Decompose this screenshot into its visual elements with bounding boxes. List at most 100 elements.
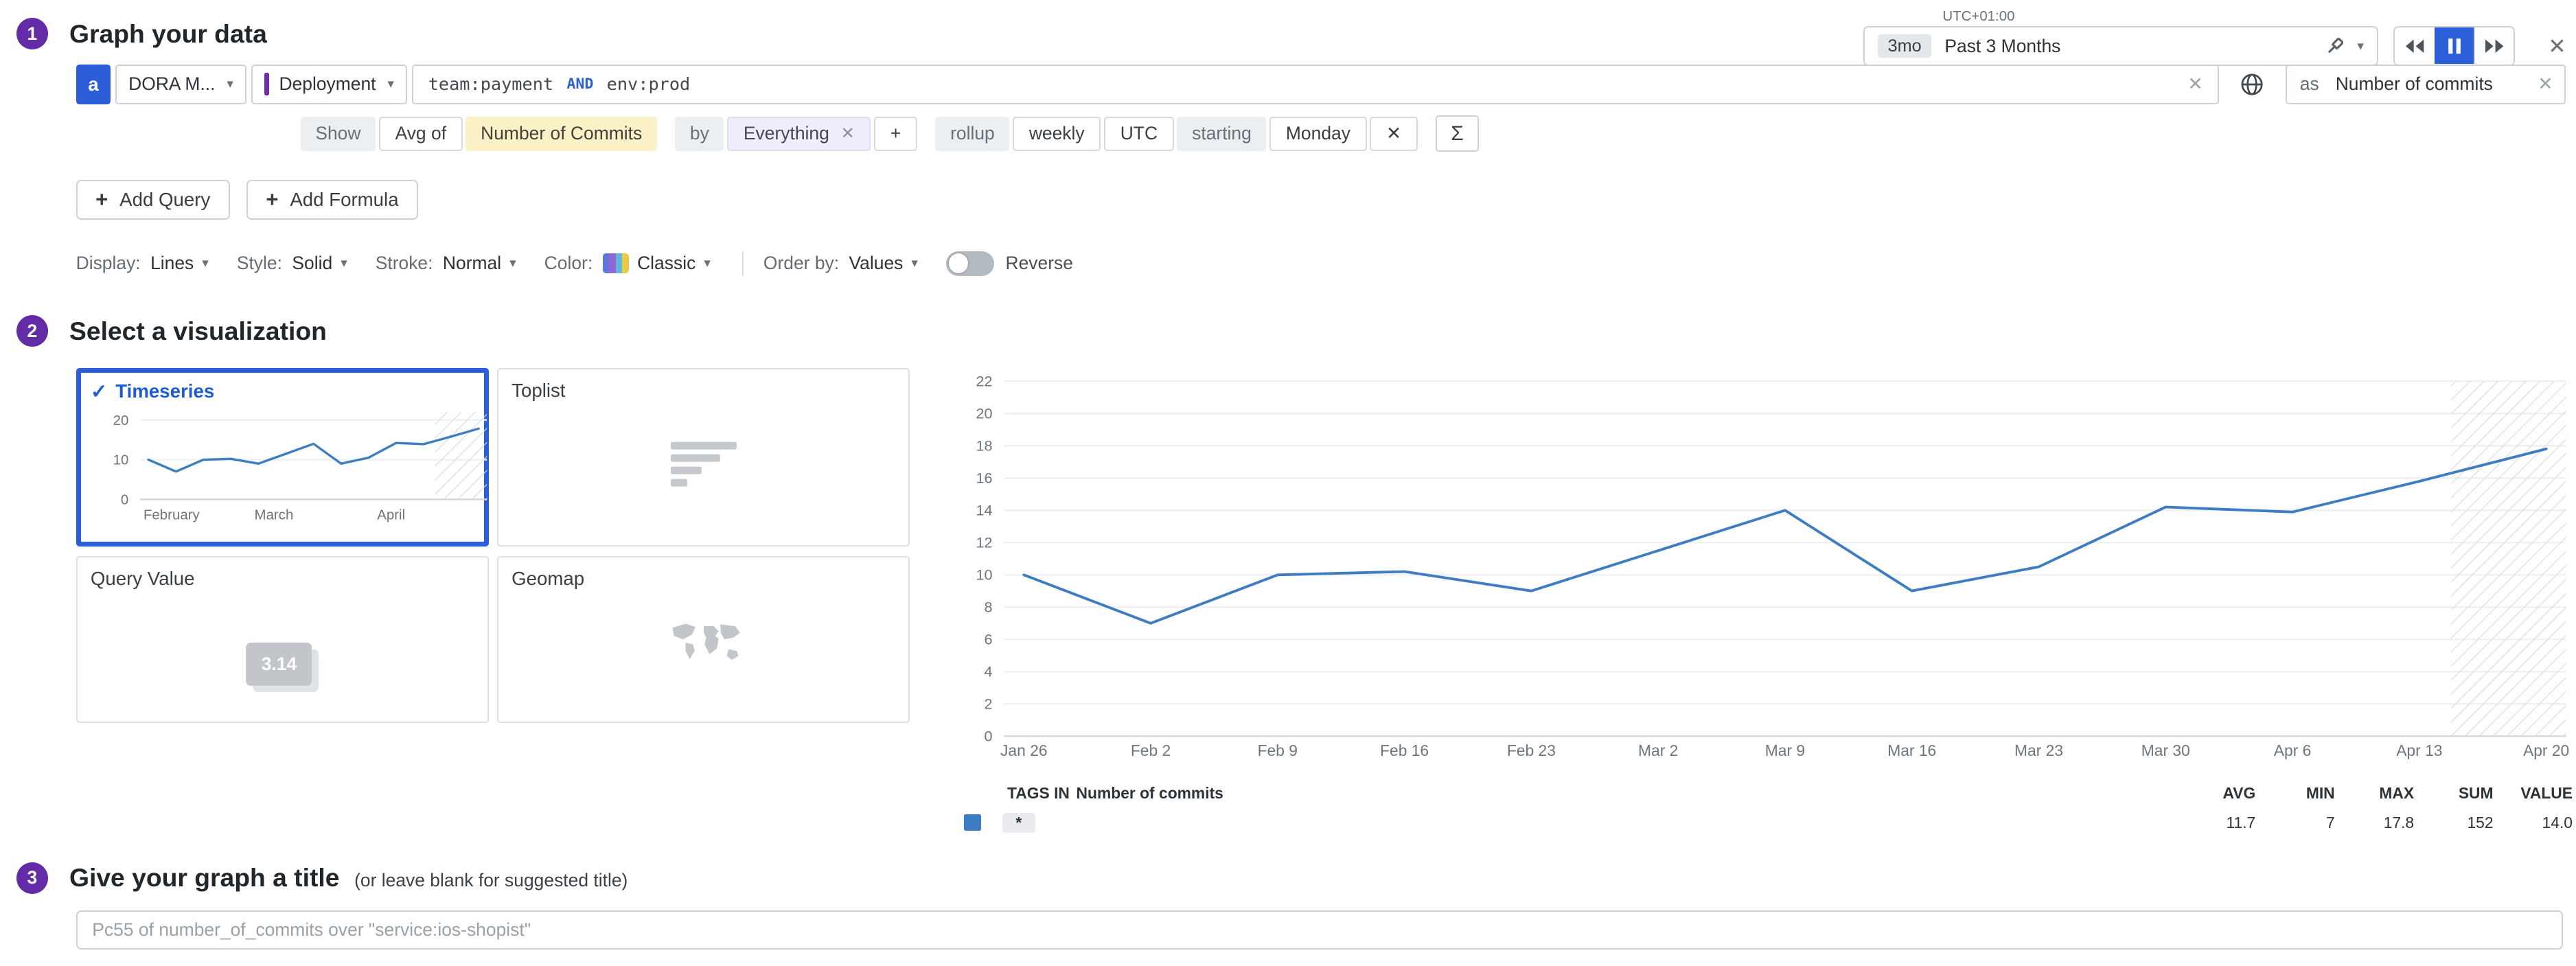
rollup-label: rollup <box>935 117 1009 152</box>
svg-text:Mar 9: Mar 9 <box>1765 741 1805 759</box>
viz-card-title: Query Value <box>91 568 474 590</box>
skip-back-button[interactable] <box>2395 27 2435 64</box>
query-letter-badge: a <box>76 65 111 104</box>
svg-text:12: 12 <box>976 534 992 551</box>
svg-text:Jan 26: Jan 26 <box>1000 741 1048 759</box>
query-row: a DORA M... ▾ Deployment ▾ team:payment … <box>76 65 2566 104</box>
add-query-label: Add Query <box>119 189 210 211</box>
color-dropdown[interactable]: Classic ▾ <box>637 253 711 274</box>
stroke-value: Normal <box>443 253 501 274</box>
section3-title: Give your graph a title <box>69 863 339 893</box>
viz-card-title: Toplist <box>511 380 895 402</box>
remove-rollup-icon[interactable]: ✕ <box>1370 117 1417 152</box>
chevron-down-icon: ▾ <box>227 78 233 91</box>
visualization-cards: ✓ Timeseries 01020FebruaryMarchApril Top… <box>76 368 912 723</box>
order-by-dropdown[interactable]: Values ▾ <box>849 253 919 274</box>
legend-column-header: SUM <box>2414 784 2493 803</box>
stroke-label: Stroke: <box>376 253 433 274</box>
start-day-button[interactable]: Monday <box>1269 117 1366 152</box>
sigma-function-button[interactable]: Σ <box>1436 115 1479 152</box>
legend-header-left: TAGS IN Number of commits <box>1007 784 1223 803</box>
chevron-down-icon: ▾ <box>704 257 711 270</box>
svg-text:0: 0 <box>984 728 992 745</box>
query-source-dropdown[interactable]: DORA M... ▾ <box>115 65 246 104</box>
clear-filter-icon[interactable]: ✕ <box>2188 75 2203 93</box>
graph-editor-page: 1 Graph your data UTC+01:00 3mo Past 3 M… <box>0 0 2576 966</box>
plus-icon: + <box>95 189 108 210</box>
display-dropdown[interactable]: Lines ▾ <box>150 253 209 274</box>
group-by-chip[interactable]: Everything ✕ <box>727 117 871 152</box>
remove-group-icon[interactable]: ✕ <box>841 124 855 143</box>
stroke-dropdown[interactable]: Normal ▾ <box>443 253 516 274</box>
display-label: Display: <box>76 253 141 274</box>
reverse-toggle[interactable] <box>946 251 994 276</box>
query-filter-input[interactable]: team:payment AND env:prod ✕ <box>412 65 2219 104</box>
skip-forward-button[interactable] <box>2474 27 2514 64</box>
page-title: Graph your data <box>69 19 267 49</box>
chevron-down-icon[interactable]: ▾ <box>2357 40 2364 53</box>
query-controls-row: Show Avg of Number of Commits by Everyth… <box>301 115 2576 152</box>
viz-card-title: Geomap <box>511 568 895 590</box>
timezone-label: UTC+01:00 <box>1942 8 2014 25</box>
metric-chip[interactable]: Number of Commits <box>465 117 656 152</box>
viz-card-geomap[interactable]: Geomap <box>497 556 910 723</box>
query-value-icon: 3.14 <box>246 643 319 692</box>
graph-title-input[interactable] <box>76 910 2563 950</box>
skip-forward-icon <box>2484 37 2505 55</box>
add-group-button[interactable]: + <box>874 117 917 152</box>
legend-series-row[interactable]: * 11.7717.815214.0 <box>941 813 2576 833</box>
close-icon[interactable]: ✕ <box>2548 36 2566 57</box>
skip-back-icon <box>2404 37 2425 55</box>
svg-text:0: 0 <box>121 492 128 508</box>
rollup-timezone-button[interactable]: UTC <box>1104 117 1174 152</box>
time-range-selector[interactable]: 3mo Past 3 Months ▾ <box>1863 26 2378 66</box>
alias-input[interactable] <box>2332 72 2535 97</box>
legend-columns: AVGMINMAXSUMVALUE <box>2176 784 2576 803</box>
legend-column-header: MIN <box>2255 784 2334 803</box>
svg-text:Apr 13: Apr 13 <box>2396 741 2442 759</box>
pin-icon[interactable] <box>2324 36 2345 57</box>
svg-text:Apr 20: Apr 20 <box>2523 741 2569 759</box>
viz-card-timeseries[interactable]: ✓ Timeseries 01020FebruaryMarchApril <box>76 368 489 547</box>
alias-group: as ✕ <box>2286 65 2566 104</box>
svg-text:Mar 23: Mar 23 <box>2014 741 2063 759</box>
chevron-down-icon: ▾ <box>202 257 209 270</box>
add-query-button[interactable]: + Add Query <box>76 180 230 220</box>
chevron-down-icon: ▾ <box>341 257 347 270</box>
aggregator-button[interactable]: Avg of <box>379 117 463 152</box>
svg-text:4: 4 <box>984 663 992 680</box>
rollup-interval-button[interactable]: weekly <box>1013 117 1101 152</box>
filter-tag: team:payment <box>428 74 553 94</box>
pause-button[interactable] <box>2435 27 2474 64</box>
range-badge: 3mo <box>1878 34 1931 58</box>
add-formula-button[interactable]: + Add Formula <box>246 180 418 220</box>
svg-text:Feb 2: Feb 2 <box>1131 741 1171 759</box>
section2-title: Select a visualization <box>69 317 327 346</box>
clear-alias-icon[interactable]: ✕ <box>2538 75 2553 93</box>
svg-text:20: 20 <box>976 405 992 422</box>
viz-card-query-value[interactable]: Query Value 3.14 <box>76 556 489 723</box>
time-nav-group <box>2393 26 2515 66</box>
svg-text:Feb 9: Feb 9 <box>1257 741 1297 759</box>
chart-panel: 0246810121416182022Jan 26Feb 2Feb 9Feb 1… <box>941 368 2576 832</box>
svg-text:March: March <box>255 507 294 522</box>
section2-header: 2 Select a visualization <box>0 315 2576 347</box>
viz-card-toplist[interactable]: Toplist <box>497 368 910 547</box>
legend-column-header: AVG <box>2176 784 2255 803</box>
legend-value: 7 <box>2255 814 2334 832</box>
toggle-knob <box>949 253 969 273</box>
display-value: Lines <box>150 253 194 274</box>
svg-text:Mar 30: Mar 30 <box>2141 741 2190 759</box>
range-label: Past 3 Months <box>1944 36 2060 57</box>
svg-text:2: 2 <box>984 695 992 713</box>
legend-column-header: VALUE <box>2494 784 2573 803</box>
timeseries-chart[interactable]: 0246810121416182022Jan 26Feb 2Feb 9Feb 1… <box>941 368 2573 771</box>
filter-operator: AND <box>566 76 593 93</box>
order-by-value: Values <box>849 253 904 274</box>
svg-text:April: April <box>377 507 405 522</box>
query-measure-dropdown[interactable]: Deployment ▾ <box>251 65 407 104</box>
style-dropdown[interactable]: Solid ▾ <box>292 253 347 274</box>
viz-card-title: ✓ Timeseries <box>91 380 474 404</box>
visualization-body: ✓ Timeseries 01020FebruaryMarchApril Top… <box>76 368 2576 832</box>
globe-icon-button[interactable] <box>2231 65 2274 104</box>
